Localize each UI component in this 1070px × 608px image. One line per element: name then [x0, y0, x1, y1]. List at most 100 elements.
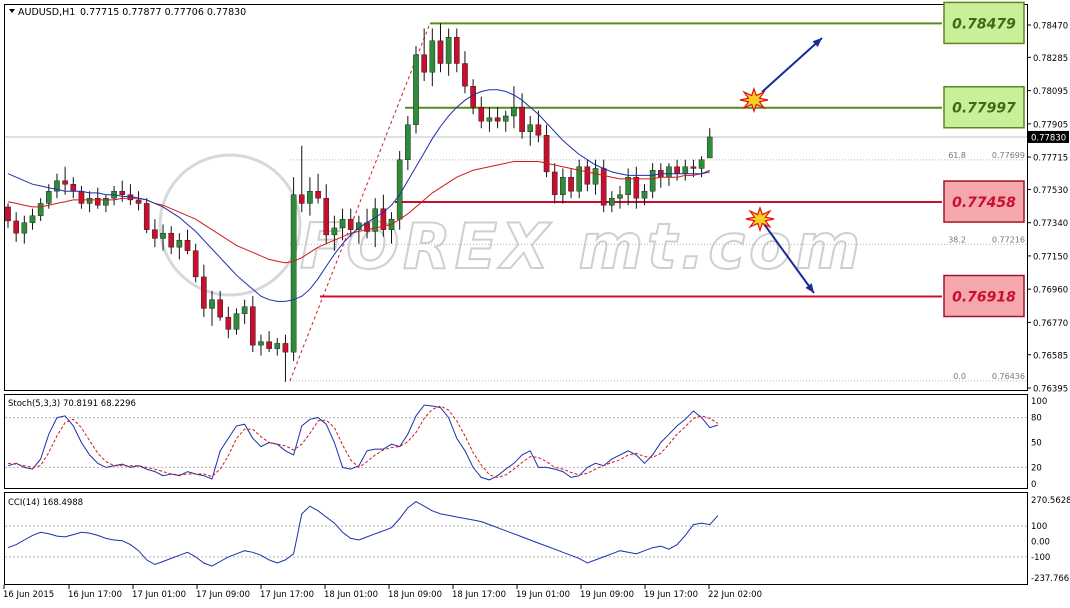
candle-body: [690, 166, 697, 169]
candle-body: [445, 37, 452, 64]
candle-body: [233, 313, 240, 330]
candle-body: [633, 176, 640, 199]
candle-body: [258, 341, 264, 346]
candle-body: [674, 166, 680, 174]
candle-body: [70, 183, 77, 192]
chart-window: AUDUSD,H1 0.77715 0.77877 0.77706 0.7783…: [0, 0, 1070, 604]
candle-body: [600, 168, 607, 206]
candle-body: [103, 197, 109, 206]
price-tick-label: 0.77340: [1033, 219, 1068, 229]
candle-body: [266, 341, 272, 349]
candle-body: [217, 299, 223, 318]
fib-value: 0.77699: [992, 151, 1025, 160]
cci-tick-label: 100: [1031, 522, 1047, 532]
candle-body: [323, 197, 330, 236]
price-tick-label: 0.77715: [1033, 154, 1068, 164]
candle-body: [535, 124, 542, 136]
fib-value: 0.76436: [992, 372, 1025, 381]
candle-body: [249, 306, 256, 346]
candle-body: [486, 117, 493, 122]
candle-body: [176, 239, 183, 248]
candle-body: [568, 176, 574, 192]
candle-body: [298, 194, 305, 204]
time-tick-label: 16 Jun 2015: [3, 590, 54, 600]
stoch-tick-label: 100: [1031, 397, 1047, 407]
time-tick-label: 18 Jun 01:00: [324, 590, 378, 600]
candle-body: [584, 166, 591, 185]
candle-body: [21, 222, 28, 234]
candle-body: [315, 190, 321, 199]
cci-label: CCI(14) 168.4988: [8, 498, 83, 508]
candle-body: [86, 197, 93, 204]
time-tick-label: 17 Jun 01:00: [132, 590, 186, 600]
candle-body: [241, 306, 248, 314]
candle-body: [560, 176, 566, 195]
candle-body: [666, 166, 672, 178]
candle-body: [682, 166, 689, 174]
time-tick-label: 16 Jun 17:00: [68, 590, 122, 600]
candle-body: [641, 190, 648, 199]
candle-body: [625, 176, 631, 195]
symbol-label: AUDUSD,H1: [18, 7, 75, 18]
candle-body: [274, 343, 281, 349]
candle-body: [527, 124, 534, 132]
candle-body: [429, 40, 436, 73]
price-tick-label: 0.78470: [1033, 22, 1068, 32]
candle-body: [617, 194, 623, 199]
candle-body: [649, 169, 656, 192]
candle-body: [78, 190, 85, 204]
price-tick-label: 0.77530: [1033, 186, 1068, 196]
candle-body: [698, 159, 705, 169]
cci-tick-label: 0.00: [1031, 538, 1050, 548]
candle-body: [551, 171, 558, 195]
candle-body: [494, 117, 501, 122]
stoch-tick-label: 20: [1031, 463, 1042, 473]
candle-body: [307, 190, 313, 204]
candle-body: [290, 194, 297, 353]
candle-body: [192, 250, 199, 278]
level-box-label: 0.78479: [952, 16, 1016, 32]
candle-body: [168, 232, 175, 248]
time-tick-label: 18 Jun 17:00: [452, 590, 506, 600]
price-tick-label: 0.77905: [1033, 120, 1068, 130]
stoch-tick-label: 0: [1031, 480, 1036, 490]
candle-body: [347, 218, 354, 230]
candle-body: [396, 159, 403, 220]
time-tick-label: 19 Jun 09:00: [580, 590, 634, 600]
candle-body: [462, 63, 468, 87]
candle-body: [437, 40, 444, 64]
candle-body: [152, 229, 158, 239]
burst-icon: [739, 86, 769, 114]
chart-header: AUDUSD,H1 0.77715 0.77877 0.77706 0.7783…: [9, 7, 246, 18]
time-tick-label: 22 Jun 02:00: [708, 590, 762, 600]
candle-body: [454, 37, 460, 64]
candle-body: [184, 239, 191, 251]
stoch-tick-label: 50: [1031, 439, 1042, 449]
candle-body: [135, 199, 142, 204]
candle-body: [519, 107, 525, 132]
candle-body: [29, 215, 36, 223]
ohlc-label: 0.77715 0.77877 0.77706 0.77830: [80, 7, 246, 18]
level-box-label: 0.77997: [952, 101, 1016, 117]
candle-body: [502, 115, 509, 122]
price-tick-label: 0.78095: [1033, 87, 1068, 97]
candle-body: [143, 203, 150, 230]
cci-tick-label: -237.7663: [1031, 574, 1070, 584]
candle-body: [609, 197, 615, 206]
stoch-label: Stoch(5,3,3) 70.8191 68.2296: [8, 399, 136, 409]
price-tick-label: 0.76395: [1033, 385, 1068, 395]
candle-body: [62, 180, 68, 185]
candle-body: [94, 197, 101, 206]
price-tick-label: 0.76770: [1033, 319, 1068, 329]
candle-body: [127, 194, 134, 201]
candle-body: [511, 107, 517, 117]
stoch-tick-label: 80: [1031, 414, 1042, 424]
time-tick-label: 17 Jun 17:00: [260, 590, 314, 600]
candle-body: [13, 220, 19, 234]
candle-body: [339, 218, 346, 229]
price-tick-label: 0.78285: [1033, 54, 1068, 64]
cci-tick-label: 270.5628: [1031, 496, 1070, 506]
price-tick-label: 0.77150: [1033, 252, 1068, 262]
level-box-label: 0.77458: [952, 195, 1016, 211]
candle-body: [37, 203, 44, 216]
